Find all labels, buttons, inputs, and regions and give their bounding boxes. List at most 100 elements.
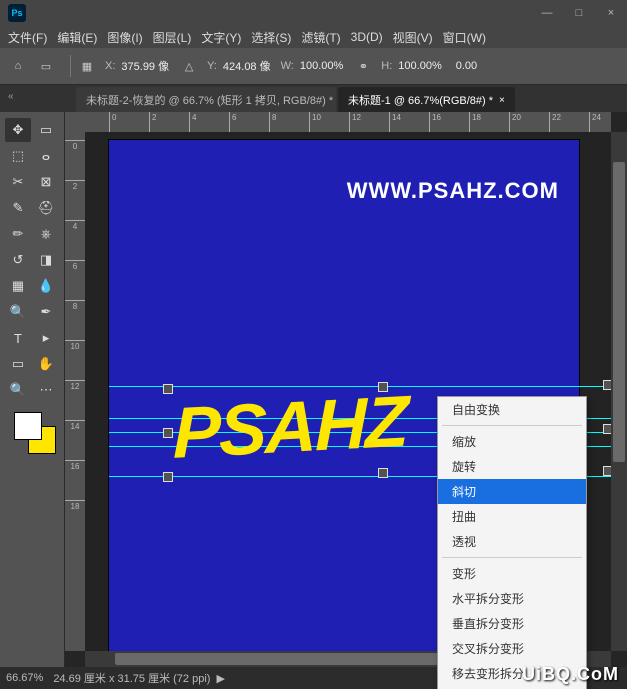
move-tool[interactable]: ✥ <box>5 118 31 142</box>
eraser-tool[interactable]: ◨ <box>33 248 59 272</box>
w-value[interactable]: 100.00% <box>296 58 347 74</box>
gradient-tool[interactable]: ▦ <box>5 274 31 298</box>
ruler-tick: 18 <box>65 500 85 511</box>
transform-handle[interactable] <box>603 380 611 390</box>
x-value[interactable]: 375.99 像 <box>117 56 173 76</box>
blur-tool[interactable]: 💧 <box>33 274 59 298</box>
transform-handle[interactable] <box>603 466 611 476</box>
tab-inactive[interactable]: 未标题-2-恢复的 @ 66.7% (矩形 1 拷贝, RGB/8#) * × <box>76 87 336 113</box>
transform-handle[interactable] <box>378 382 388 392</box>
stamp-tool[interactable]: ⎈ <box>33 222 59 246</box>
app-logo: Ps <box>8 4 26 22</box>
ctx-free-transform[interactable]: 自由变换 <box>438 397 586 422</box>
y-field[interactable]: Y:424.08 像 <box>207 56 275 76</box>
ruler-tick: 8 <box>65 300 85 311</box>
scrollbar-thumb[interactable] <box>613 162 625 462</box>
menu-window[interactable]: 窗口(W) <box>443 29 486 46</box>
ctx-distort[interactable]: 扭曲 <box>438 504 586 529</box>
h-value[interactable]: 100.00% <box>394 58 445 74</box>
transform-handle[interactable] <box>163 384 173 394</box>
ctx-split-cross[interactable]: 交叉拆分变形 <box>438 636 586 661</box>
vertical-ruler[interactable]: 0 2 4 6 8 10 12 14 16 18 <box>65 132 86 651</box>
canvas-watermark-text: WWW.PSAHZ.COM <box>347 178 559 204</box>
menu-image[interactable]: 图像(I) <box>107 29 142 46</box>
shape-tool[interactable]: ▭ <box>5 352 31 376</box>
w-field[interactable]: W:100.00% <box>281 58 348 74</box>
document-tabs: « 未标题-2-恢复的 @ 66.7% (矩形 1 拷贝, RGB/8#) * … <box>0 85 627 113</box>
eyedropper-tool[interactable]: ✎ <box>5 196 31 220</box>
dodge-tool[interactable]: 🔍 <box>5 300 31 324</box>
menu-type[interactable]: 文字(Y) <box>201 29 241 46</box>
transform-handle[interactable] <box>163 472 173 482</box>
foreground-swatch[interactable] <box>14 412 42 440</box>
minimize-button[interactable]: — <box>531 0 563 26</box>
vertical-scrollbar[interactable] <box>611 132 627 651</box>
angle-value[interactable]: 0.00 <box>452 58 481 74</box>
ruler-origin[interactable] <box>65 112 86 133</box>
h-field[interactable]: H:100.00% <box>381 58 445 74</box>
transform-mode-icon[interactable]: ▭ <box>36 56 56 76</box>
ruler-tick: 20 <box>509 112 521 132</box>
home-icon[interactable]: ⌂ <box>8 56 28 76</box>
angle-field[interactable]: 0.00 <box>452 58 481 74</box>
scrollbar-thumb[interactable] <box>115 653 455 665</box>
status-doc-info[interactable]: 24.69 厘米 x 31.75 厘米 (72 ppi) <box>53 670 210 686</box>
ruler-tick: 6 <box>65 260 85 271</box>
tab-inactive-label: 未标题-2-恢复的 @ 66.7% (矩形 1 拷贝, RGB/8#) * <box>86 92 333 108</box>
ctx-warp[interactable]: 变形 <box>438 561 586 586</box>
hand-tool[interactable]: ✋ <box>33 352 59 376</box>
menu-select[interactable]: 选择(S) <box>251 29 291 46</box>
type-tool[interactable]: T <box>5 326 31 350</box>
ruler-tick: 8 <box>269 112 276 132</box>
more-tools[interactable]: ⋯ <box>33 378 59 402</box>
menu-view[interactable]: 视图(V) <box>393 29 433 46</box>
y-value[interactable]: 424.08 像 <box>219 56 275 76</box>
transform-handle[interactable] <box>603 424 611 434</box>
lasso-tool[interactable]: ⴰ <box>33 144 59 168</box>
ctx-split-v[interactable]: 垂直拆分变形 <box>438 611 586 636</box>
delta-icon[interactable]: △ <box>179 56 199 76</box>
status-arrow-icon[interactable]: ▶ <box>216 672 224 685</box>
ruler-tick: 22 <box>549 112 561 132</box>
crop-tool[interactable]: ✂ <box>5 170 31 194</box>
toolbox: ✥▭ ⬚ⴰ ✂⊠ ✎⛑ ✏⎈ ↺◨ ▦💧 🔍✒ T▸ ▭✋ 🔍⋯ <box>0 112 65 667</box>
path-tool[interactable]: ▸ <box>33 326 59 350</box>
ctx-rotate[interactable]: 旋转 <box>438 454 586 479</box>
transform-handle[interactable] <box>163 428 173 438</box>
maximize-button[interactable]: □ <box>563 0 595 26</box>
marquee-tool[interactable]: ⬚ <box>5 144 31 168</box>
brush-tool[interactable]: ✏ <box>5 222 31 246</box>
menu-file[interactable]: 文件(F) <box>8 29 47 46</box>
ruler-tick: 2 <box>65 180 85 191</box>
h-label: H: <box>381 60 392 72</box>
ruler-tick: 16 <box>429 112 441 132</box>
pen-tool[interactable]: ✒ <box>33 300 59 324</box>
color-swatches[interactable] <box>10 412 54 456</box>
link-icon[interactable]: ⚭ <box>353 56 373 76</box>
history-brush-tool[interactable]: ↺ <box>5 248 31 272</box>
reference-point-icon[interactable]: ▦ <box>77 56 97 76</box>
x-field[interactable]: X:375.99 像 <box>105 56 173 76</box>
transform-handle[interactable] <box>378 468 388 478</box>
ruler-tick: 14 <box>65 420 85 431</box>
frame-tool[interactable]: ⊠ <box>33 170 59 194</box>
ctx-scale[interactable]: 缩放 <box>438 429 586 454</box>
ctx-skew[interactable]: 斜切 <box>438 479 586 504</box>
tab-close-icon[interactable]: × <box>499 95 505 106</box>
healing-tool[interactable]: ⛑ <box>33 196 59 220</box>
ctx-perspective[interactable]: 透视 <box>438 529 586 554</box>
options-bar: ⌂ ▭ ▦ X:375.99 像 △ Y:424.08 像 W:100.00% … <box>0 48 627 85</box>
close-button[interactable]: × <box>595 0 627 26</box>
ctx-split-h[interactable]: 水平拆分变形 <box>438 586 586 611</box>
artboard-tool[interactable]: ▭ <box>33 118 59 142</box>
collapse-panels-icon[interactable]: « <box>8 91 14 102</box>
ruler-tick: 4 <box>189 112 196 132</box>
menu-edit[interactable]: 编辑(E) <box>57 29 97 46</box>
zoom-tool[interactable]: 🔍 <box>5 378 31 402</box>
horizontal-ruler[interactable]: 0 2 4 6 8 10 12 14 16 18 20 22 24 <box>85 112 611 133</box>
menu-3d[interactable]: 3D(D) <box>351 30 383 44</box>
tab-active[interactable]: 未标题-1 @ 66.7%(RGB/8#) * × <box>338 87 515 113</box>
menu-filter[interactable]: 滤镜(T) <box>301 29 340 46</box>
menu-layer[interactable]: 图层(L) <box>153 29 192 46</box>
status-zoom[interactable]: 66.67% <box>6 672 43 684</box>
